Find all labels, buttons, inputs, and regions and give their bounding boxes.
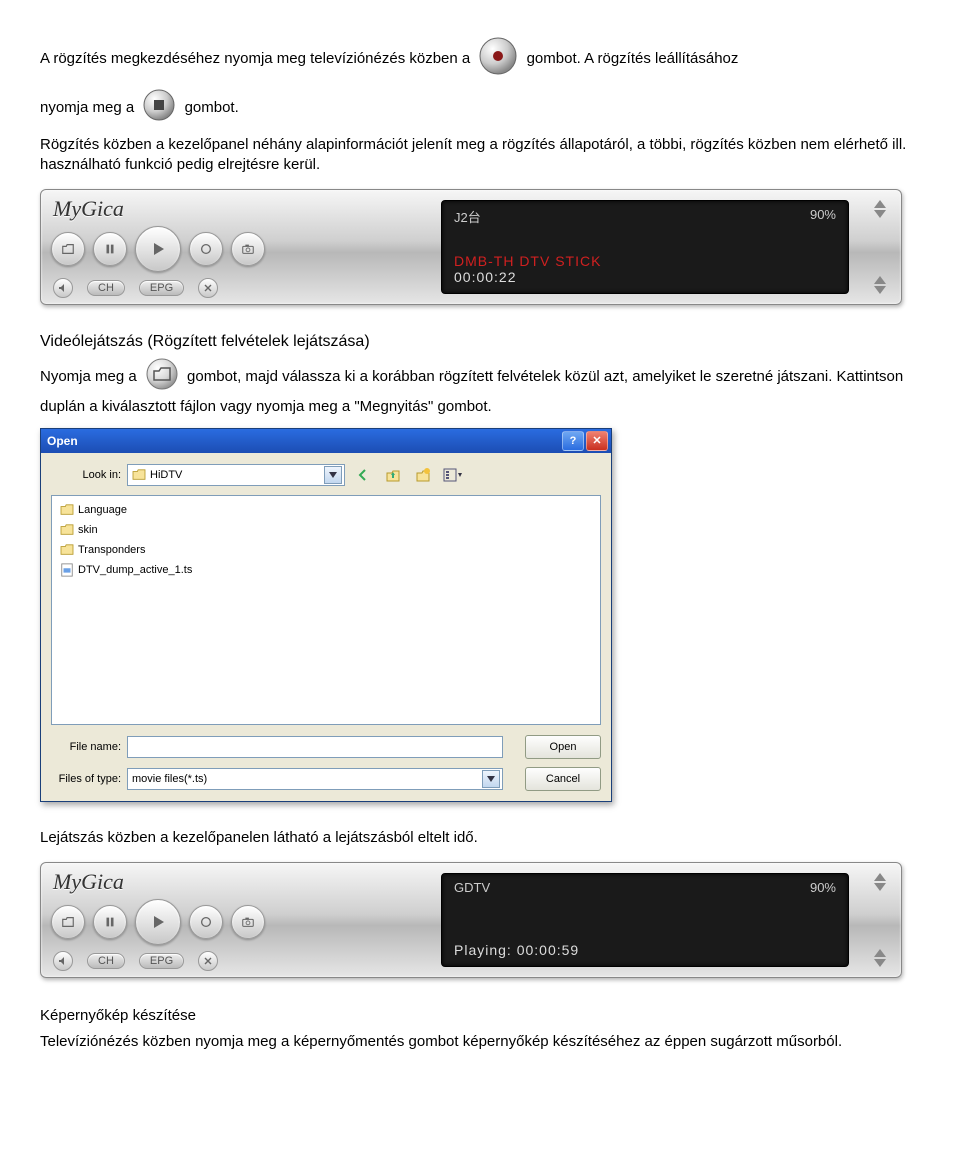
display-channel: J2台 — [454, 207, 481, 226]
folder-icon — [132, 469, 146, 481]
paragraph-screenshot: Televíziónézés közben nyomja meg a képer… — [40, 1032, 920, 1052]
record-button[interactable] — [189, 232, 223, 266]
list-item[interactable]: skin — [58, 520, 594, 540]
chevron-down-icon[interactable] — [482, 770, 500, 788]
player-display: GDTV 90% Playing: 00:00:59 — [441, 873, 849, 967]
record-icon — [478, 36, 518, 82]
display-volume: 90% — [810, 207, 836, 226]
text: gombot. — [185, 99, 239, 116]
section-video-playback-title: Videólejátszás (Rögzített felvételek lej… — [40, 333, 920, 351]
display-channel: GDTV — [454, 880, 490, 895]
channel-down[interactable] — [874, 210, 886, 218]
epg-pill[interactable]: EPG — [139, 280, 184, 296]
display-playing: Playing: 00:00:59 — [454, 942, 836, 958]
player-panel-playing: MyGica CH EPG GDTV 90% Playing: 00:00:59 — [40, 862, 902, 978]
play-button[interactable] — [135, 226, 181, 272]
new-folder-button[interactable] — [411, 463, 435, 487]
open-dialog: Open ? ✕ Look in: HiDTV — [40, 428, 612, 802]
filename-input[interactable] — [127, 736, 503, 758]
file-name: skin — [78, 524, 98, 536]
dialog-title: Open — [47, 434, 78, 448]
file-name: DTV_dump_active_1.ts — [78, 564, 192, 576]
paragraph-open-file: Nyomja meg a gombot, majd válassza ki a … — [40, 357, 920, 418]
lookin-combo[interactable]: HiDTV — [127, 464, 345, 486]
player-display: J2台 90% DMB-TH DTV STICK 00:00:22 — [441, 200, 849, 294]
back-button[interactable] — [351, 463, 375, 487]
filetype-label: Files of type: — [51, 773, 121, 785]
volume-down[interactable] — [874, 959, 886, 967]
volume-up[interactable] — [874, 949, 886, 957]
channel-down[interactable] — [874, 883, 886, 891]
display-source: DMB-TH DTV STICK — [454, 253, 836, 269]
display-volume: 90% — [810, 880, 836, 895]
text: A rögzítés megkezdéséhez nyomja meg tele… — [40, 50, 470, 67]
brand-logo: MyGica — [49, 869, 429, 895]
open-button[interactable]: Open — [525, 735, 601, 759]
epg-pill[interactable]: EPG — [139, 953, 184, 969]
pause-button[interactable] — [93, 905, 127, 939]
volume-up[interactable] — [874, 276, 886, 284]
snapshot-button[interactable] — [231, 905, 265, 939]
view-menu-button[interactable] — [441, 463, 465, 487]
list-item[interactable]: DTV_dump_active_1.ts — [58, 560, 594, 580]
text: gombot. A rögzítés leállításához — [527, 50, 739, 67]
channel-up[interactable] — [874, 873, 886, 881]
ch-pill[interactable]: CH — [87, 280, 125, 296]
video-file-icon — [60, 563, 74, 577]
up-dir-button[interactable] — [381, 463, 405, 487]
file-name: Transponders — [78, 544, 145, 556]
dialog-titlebar[interactable]: Open ? ✕ — [41, 429, 611, 453]
list-item[interactable]: Language — [58, 500, 594, 520]
filename-label: File name: — [51, 741, 121, 753]
paragraph-playback-time: Lejátszás közben a kezelőpanelen látható… — [40, 828, 920, 848]
settings-button[interactable] — [198, 278, 218, 298]
volume-down[interactable] — [874, 286, 886, 294]
filetype-value: movie files(*.ts) — [132, 773, 207, 785]
file-name: Language — [78, 504, 127, 516]
text: Nyomja meg a — [40, 368, 137, 385]
lookin-label: Look in: — [51, 469, 121, 481]
folder-icon — [60, 524, 74, 536]
paragraph-record-stop: nyomja meg a gombot. — [40, 88, 920, 128]
close-button[interactable]: ✕ — [586, 431, 608, 451]
help-button[interactable]: ? — [562, 431, 584, 451]
paragraph-record-start: A rögzítés megkezdéséhez nyomja meg tele… — [40, 36, 920, 82]
settings-button[interactable] — [198, 951, 218, 971]
ch-pill[interactable]: CH — [87, 953, 125, 969]
brand-logo: MyGica — [49, 196, 429, 222]
pause-button[interactable] — [93, 232, 127, 266]
chevron-down-icon[interactable] — [324, 466, 342, 484]
text: nyomja meg a — [40, 99, 134, 116]
filetype-combo[interactable]: movie files(*.ts) — [127, 768, 503, 790]
channel-up[interactable] — [874, 200, 886, 208]
open-button[interactable] — [51, 905, 85, 939]
stop-icon — [142, 88, 176, 128]
folder-icon — [60, 504, 74, 516]
mute-button[interactable] — [53, 951, 73, 971]
file-list[interactable]: Language skin Transponders DTV_dump_acti… — [51, 495, 601, 725]
open-button[interactable] — [51, 232, 85, 266]
record-button[interactable] — [189, 905, 223, 939]
list-item[interactable]: Transponders — [58, 540, 594, 560]
player-panel-recording: MyGica CH EPG J2台 90% DMB-TH DTV STICK 0… — [40, 189, 902, 305]
open-folder-icon — [145, 357, 179, 397]
folder-icon — [60, 544, 74, 556]
display-time: 00:00:22 — [454, 269, 836, 285]
mute-button[interactable] — [53, 278, 73, 298]
lookin-value: HiDTV — [150, 469, 182, 481]
play-button[interactable] — [135, 899, 181, 945]
section-screenshot-title: Képernyőkép készítése — [40, 1006, 920, 1026]
cancel-button[interactable]: Cancel — [525, 767, 601, 791]
snapshot-button[interactable] — [231, 232, 265, 266]
paragraph-info: Rögzítés közben a kezelőpanel néhány ala… — [40, 135, 920, 176]
